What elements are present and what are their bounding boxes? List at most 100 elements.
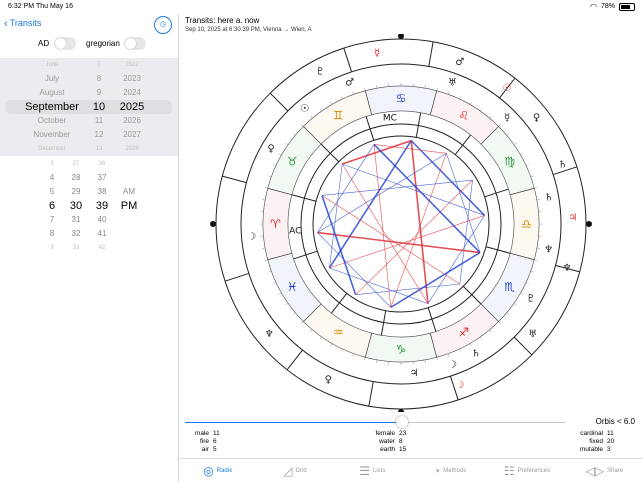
tab-grid[interactable]: ◿Grid [256,459,333,483]
status-date: Thu May 16 [36,0,73,14]
back-label: Transits [10,18,42,28]
picker-item: 38 [91,185,113,199]
degree-tick [279,293,282,295]
calendar-now-icon[interactable]: ◷ [154,16,172,34]
natal-planet-glyph: ♄ [544,192,553,203]
degree-tick [377,85,378,88]
transit-planet-glyph: ☽ [455,380,464,391]
degree-tick [293,133,295,135]
picker-selected: 10 [88,100,110,114]
picker-selected: 30 [65,199,87,213]
picker-item: August [12,86,92,100]
zodiac-sign-glyph: ♎ [521,217,532,231]
aspect-line [374,144,480,252]
picker-item: 42 [91,241,113,255]
natal-planet-glyph: ♇ [526,294,535,305]
chart-title: Transits: here a. now [185,16,259,25]
zodiac-sign-glyph: ♐ [458,326,469,340]
degree-tick [514,143,516,145]
transit-planet-glyph: ☿ [374,48,380,59]
picker-item: 8 [88,72,110,86]
degree-tick [293,313,295,315]
house-cusp-outer [270,93,288,111]
orbis-track[interactable] [185,422,565,423]
degree-tick [269,271,272,272]
day-wheel[interactable]: 7 8 9 10 11 12 13 [88,58,110,156]
picker-item: AM [118,185,140,199]
degree-tick [490,330,492,332]
stat-key: fire [183,438,209,446]
back-button[interactable]: ‹Transits [4,18,41,30]
degree-tick [437,357,438,360]
degree-tick [499,124,501,126]
house-cusp-outer [429,42,433,67]
picker-item: 27 [65,157,87,171]
transit-planet-glyph: ♃ [568,212,577,223]
degree-tick [273,164,276,165]
tab-share[interactable]: ◁▷Share [566,459,643,483]
zodiac-sign-glyph: ♌ [458,108,469,122]
orbis-slider-row: Orbis < 6.0 [179,414,643,430]
tab-preferences[interactable]: ☷Preferences [488,459,565,483]
aspect-line [342,164,484,215]
degree-tick [265,260,268,261]
time-picker[interactable]: 3 4 5 6 7 8 9 27 28 29 30 31 32 33 36 37… [0,159,178,241]
hour-wheel[interactable]: 3 4 5 6 7 8 9 [42,157,62,255]
tab-label: Preferences [518,468,550,474]
picker-item: 13 [88,142,110,156]
picker-item: 41 [91,227,113,241]
picker-selected: September [12,100,92,114]
tab-methods[interactable]: ◔Methods [411,459,488,483]
gregorian-label: gregorian [86,39,120,48]
aspect-line [329,215,484,268]
picker-item: 2022 [114,58,150,72]
transit-wheel[interactable]: ♈♉♊♋♌♍♎♏♐♑♒♓MCAC☿♇♂☉♀♄♃♆♅☽♆♀♀♂☽♄♃♅☽♆♇☿♄☉ [179,34,643,412]
second-wheel[interactable]: 36 37 38 39 40 41 42 [91,157,113,255]
tab-label: Share [607,468,623,474]
degree-tick [285,303,287,305]
picker-item: 2023 [114,72,150,86]
degree-tick [526,282,529,283]
stat-value: 5 [213,446,227,454]
aspect-line [342,141,411,164]
aspect-line [329,268,428,304]
gregorian-switch[interactable] [124,37,146,50]
aspect-line [356,180,473,295]
tab-bar: ◎Radix ◿Grid ☰Lists ◔Methods ☷Preference… [179,458,643,483]
date-picker[interactable]: June July August September October Novem… [0,58,178,156]
zodiac-sign-glyph: ♑ [396,343,407,357]
degree-tick [353,354,354,357]
natal-planet-glyph: ♂ [345,78,354,89]
stats-left: male11 fire6 air5 [183,430,227,454]
degree-tick [285,143,287,145]
battery-percent: 78% [601,0,615,14]
minute-wheel[interactable]: 27 28 29 30 31 32 33 [65,157,87,255]
picker-item: 2027 [114,128,150,142]
picker-item: November [12,128,92,142]
stat-key: air [183,446,209,454]
axis-marker [210,221,216,227]
picker-item: 9 [42,241,62,255]
radix-icon: ◎ [203,464,213,478]
stats-middle: female23 water8 earth15 [369,430,413,454]
wifi-icon: ◠ [590,0,597,14]
natal-planet-glyph: ☽ [448,359,457,370]
aspect-line [356,284,460,295]
picker-item: 8 [42,227,62,241]
transit-planet-glyph: ☉ [502,83,511,94]
orbis-thumb[interactable] [396,416,408,428]
house-cusp-outer [222,176,246,182]
ampm-wheel[interactable]: AM PM [118,185,140,213]
ad-switch[interactable] [54,37,76,50]
stat-value: 15 [399,446,413,454]
orbis-fill [185,422,402,423]
degree-tick [537,248,540,249]
tab-lists[interactable]: ☰Lists [334,459,411,483]
picker-item: 32 [65,227,87,241]
year-wheel[interactable]: 2022 2023 2024 2025 2026 2027 2028 [114,58,150,156]
month-wheel[interactable]: June July August September October Novem… [12,58,92,156]
degree-tick [537,200,540,201]
degree-tick [480,337,482,339]
natal-planet-glyph: ♆ [544,245,553,256]
tab-radix[interactable]: ◎Radix [179,459,256,483]
